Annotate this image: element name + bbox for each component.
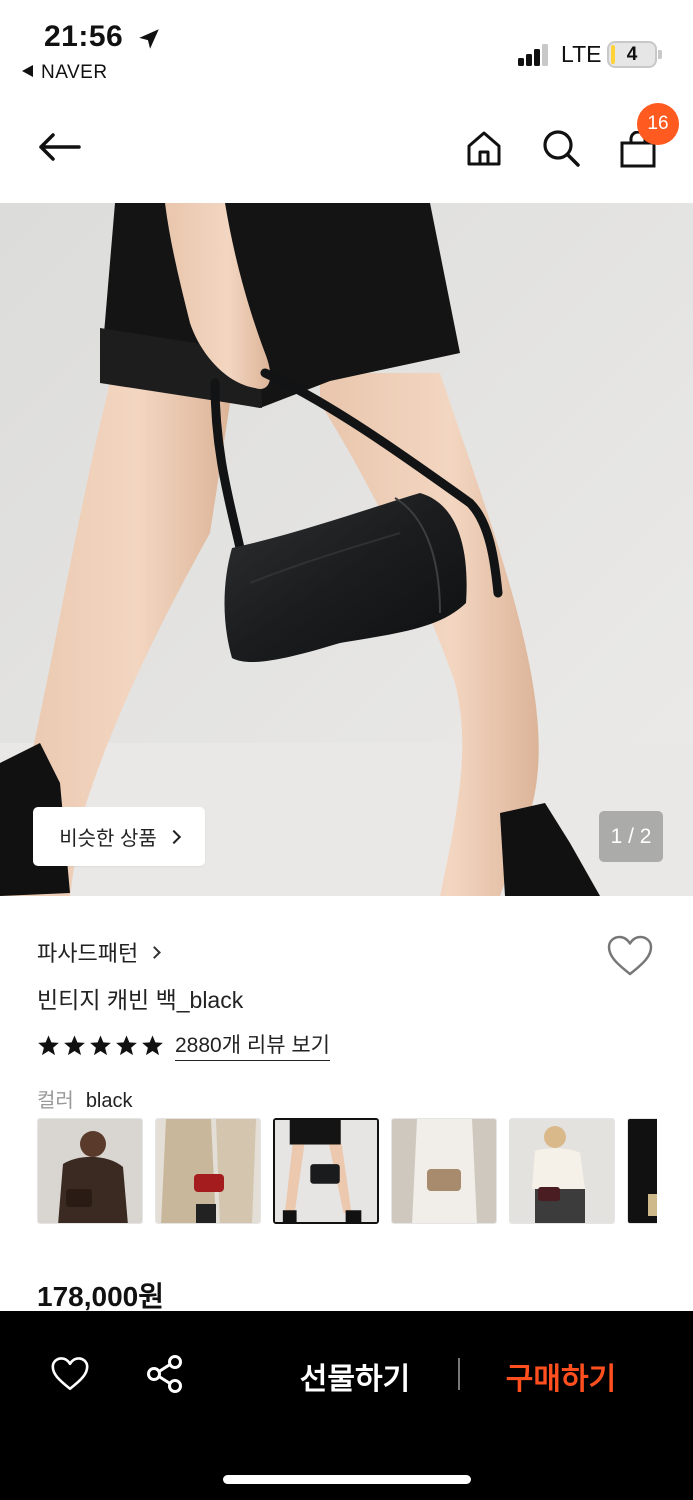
wishlist-heart-icon[interactable]	[606, 934, 654, 978]
product-image-carousel[interactable]	[0, 203, 693, 896]
brand-name: 파사드패턴	[37, 941, 139, 966]
color-option-row: 컬러 black	[37, 1084, 133, 1113]
cart-count-badge: 16	[637, 103, 679, 145]
chevron-right-icon	[148, 945, 162, 959]
color-swatch[interactable]	[391, 1118, 497, 1224]
home-button[interactable]	[460, 124, 508, 172]
network-label: LTE	[561, 41, 602, 67]
rating-stars	[37, 1034, 167, 1057]
swatch-image	[38, 1119, 142, 1223]
swatch-image	[628, 1119, 657, 1223]
color-swatch[interactable]	[627, 1118, 657, 1224]
swatch-image	[156, 1119, 260, 1223]
battery-nub	[658, 50, 662, 59]
home-icon	[467, 131, 501, 166]
gift-button[interactable]: 선물하기	[290, 1349, 420, 1403]
star-icon	[64, 1034, 85, 1055]
back-arrow-icon	[39, 133, 81, 161]
star-icon	[116, 1034, 137, 1055]
swatch-image	[392, 1119, 496, 1223]
share-icon	[147, 1355, 182, 1393]
color-swatch[interactable]	[509, 1118, 615, 1224]
share-button[interactable]	[143, 1352, 187, 1396]
color-swatch-list	[37, 1118, 657, 1226]
status-bar: 21:56 NAVER LTE 4	[0, 0, 693, 100]
search-button[interactable]	[537, 124, 585, 172]
review-link[interactable]: 2880개 리뷰 보기	[175, 1029, 330, 1061]
swatch-image	[510, 1119, 614, 1223]
brand-link[interactable]: 파사드패턴	[37, 936, 162, 968]
top-nav	[0, 100, 693, 203]
similar-products-label: 비슷한 상품	[59, 828, 157, 850]
product-photo	[0, 203, 693, 896]
button-divider	[458, 1358, 460, 1390]
rating-row: 2880개 리뷰 보기	[37, 1029, 330, 1061]
location-arrow-icon	[139, 29, 159, 49]
product-price: 178,000원	[37, 1281, 164, 1312]
signal-icon	[518, 44, 550, 66]
star-icon	[142, 1034, 163, 1055]
star-icon	[38, 1034, 59, 1055]
status-time: 21:56	[44, 20, 124, 53]
selected-color: black	[85, 1090, 133, 1112]
buy-button[interactable]: 구매하기	[496, 1349, 626, 1403]
color-swatch[interactable]	[37, 1118, 143, 1224]
image-counter: 1 / 2	[599, 811, 663, 862]
back-triangle-icon	[22, 65, 33, 77]
bottom-action-bar	[0, 1311, 693, 1500]
color-swatch-selected[interactable]	[273, 1118, 379, 1224]
search-icon	[543, 130, 580, 167]
similar-products-button[interactable]: 비슷한 상품	[33, 807, 205, 866]
back-button[interactable]	[35, 123, 83, 171]
color-swatch[interactable]	[155, 1118, 261, 1224]
battery-icon: 4	[607, 41, 657, 68]
swatch-image	[275, 1120, 377, 1222]
heart-icon	[51, 1357, 89, 1391]
home-indicator	[223, 1475, 471, 1484]
back-app-label: NAVER	[41, 62, 108, 83]
battery-level: 4	[626, 44, 638, 65]
wishlist-button[interactable]	[48, 1352, 92, 1396]
color-label: 컬러	[37, 1090, 74, 1112]
product-name: 빈티지 캐빈 백_black	[37, 987, 244, 1013]
chevron-right-icon	[166, 829, 181, 844]
back-to-app-link[interactable]: NAVER	[22, 62, 108, 84]
star-icon	[90, 1034, 111, 1055]
